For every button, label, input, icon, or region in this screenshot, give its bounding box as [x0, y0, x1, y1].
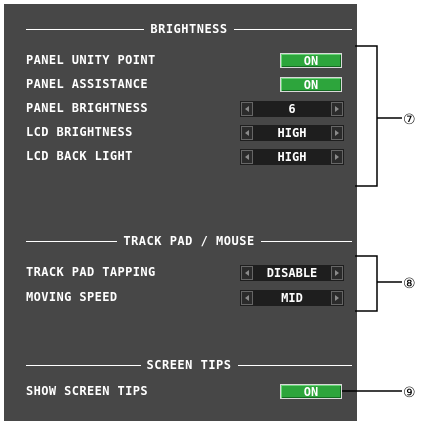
callout-trackpad-bracket	[355, 255, 402, 312]
callout-trackpad-number: ⑧	[403, 276, 416, 292]
callout-annotations: ⑦ ⑧ ⑨	[342, 45, 416, 401]
callout-brightness-bracket	[355, 45, 402, 187]
callout-screentips-number: ⑨	[403, 385, 416, 401]
callout-brightness-number: ⑦	[403, 112, 416, 128]
